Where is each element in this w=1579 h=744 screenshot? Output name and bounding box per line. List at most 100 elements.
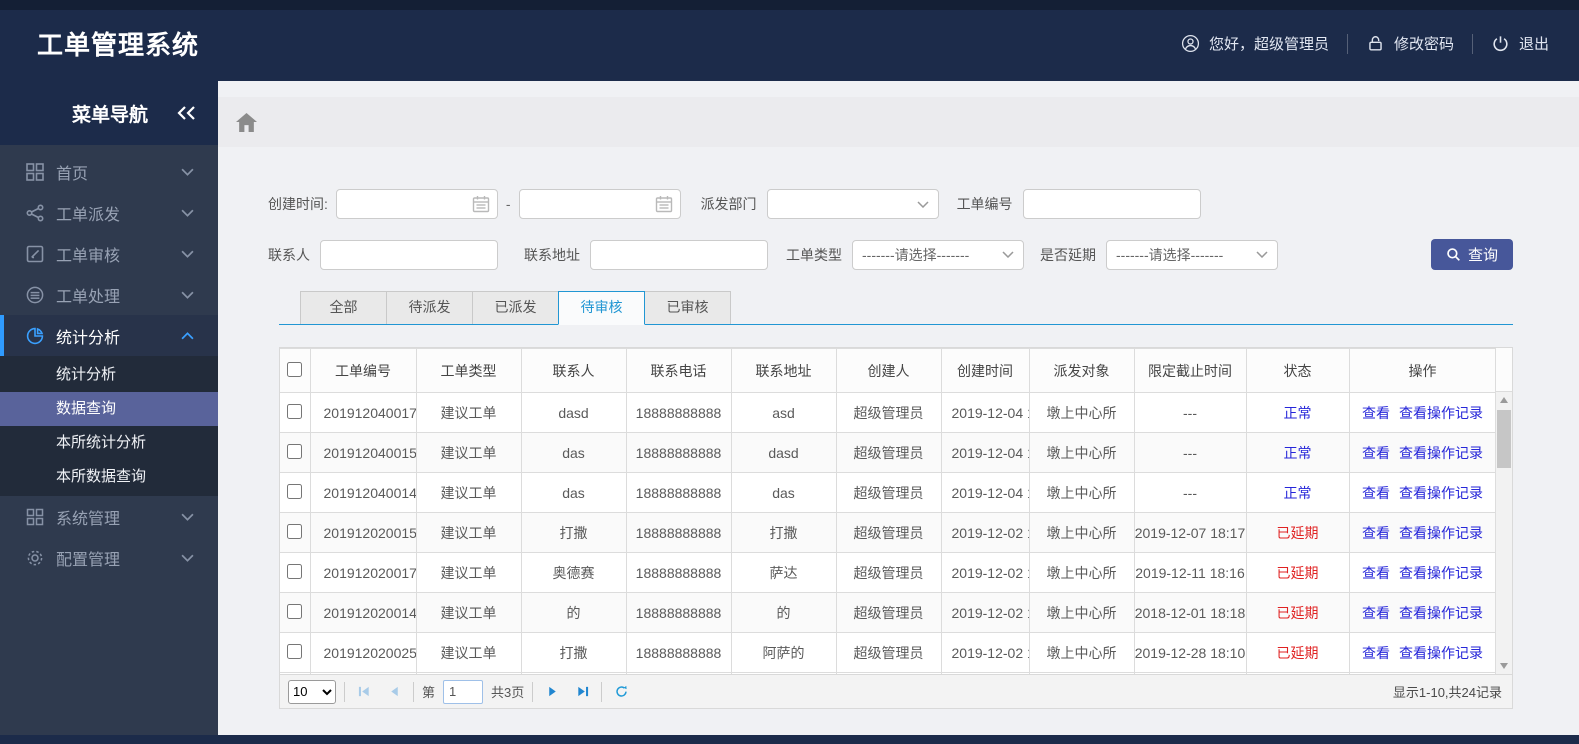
view-link[interactable]: 查看 xyxy=(1362,645,1390,661)
view-log-link[interactable]: 查看操作记录 xyxy=(1399,605,1483,621)
view-log-link[interactable]: 查看操作记录 xyxy=(1399,565,1483,581)
cell-order-no: 201912020014C xyxy=(309,592,417,633)
page-number-input[interactable] xyxy=(443,679,484,704)
row-checkbox[interactable] xyxy=(287,603,303,619)
cell-order-no: 201912040015C xyxy=(309,432,417,473)
menu-label: 统计分析 xyxy=(56,329,121,347)
row-checkbox[interactable] xyxy=(287,643,303,659)
row-checkbox[interactable] xyxy=(287,523,303,539)
status-badge: 正常 xyxy=(1283,444,1312,461)
cell-status: 已延期 xyxy=(1245,552,1350,593)
row-checkbox[interactable] xyxy=(287,443,303,459)
prev-page-button[interactable] xyxy=(383,681,405,703)
collapse-sidebar-icon[interactable] xyxy=(176,106,196,120)
first-page-button[interactable] xyxy=(353,681,375,703)
sidebar-subitem-statistics[interactable]: 统计分析 xyxy=(0,358,218,392)
order-type-select[interactable]: -------请选择------- xyxy=(852,239,1024,270)
main-area: 创建时间: - 派发部门 工单编号 联系人 联系地址 工单类型 -------请… xyxy=(218,81,1579,735)
cell-actions: 查看 查看操作记录 xyxy=(1348,392,1497,433)
next-page-button[interactable] xyxy=(541,681,563,703)
view-log-link[interactable]: 查看操作记录 xyxy=(1399,485,1483,501)
view-link[interactable]: 查看 xyxy=(1362,525,1390,541)
tab-all[interactable]: 全部 xyxy=(300,291,387,324)
order-type-value: -------请选择------- xyxy=(862,246,970,263)
view-link[interactable]: 查看 xyxy=(1362,405,1390,421)
user-greeting[interactable]: 您好，超级管理员 xyxy=(1181,33,1329,54)
cell-creator: 超级管理员 xyxy=(835,392,942,433)
last-page-button[interactable] xyxy=(571,681,593,703)
cell-create-time: 2019-12-02 17 xyxy=(940,632,1030,673)
sidebar-subitem-data-query[interactable]: 数据查询 xyxy=(0,392,218,426)
contact-input[interactable] xyxy=(321,240,497,269)
sidebar-item-home[interactable]: 首页 xyxy=(0,151,218,192)
cell-phone: 18888888888 xyxy=(625,552,732,593)
page-size-select[interactable]: 10 xyxy=(288,679,336,704)
cell-create-time: 2019-12-04 15 xyxy=(940,472,1030,513)
scroll-down-button[interactable] xyxy=(1496,658,1512,674)
create-time-start-input[interactable] xyxy=(336,190,472,218)
create-time-end-field xyxy=(518,189,681,219)
table-row-partial xyxy=(280,672,1497,674)
sidebar-item-statistics[interactable]: 统计分析 xyxy=(0,315,218,356)
sidebar-item-config[interactable]: 配置管理 xyxy=(0,537,218,578)
sidebar-item-review[interactable]: 工单审核 xyxy=(0,233,218,274)
calendar-icon[interactable] xyxy=(655,195,673,213)
create-time-end-input[interactable] xyxy=(519,190,655,218)
sidebar-item-process[interactable]: 工单处理 xyxy=(0,274,218,315)
sidebar-item-dispatch[interactable]: 工单派发 xyxy=(0,192,218,233)
logout-button[interactable]: 退出 xyxy=(1491,33,1549,54)
tab-dispatched[interactable]: 已派发 xyxy=(472,291,559,324)
tab-reviewed[interactable]: 已审核 xyxy=(644,291,731,324)
delay-select[interactable]: -------请选择------- xyxy=(1106,239,1278,270)
row-checkbox[interactable] xyxy=(287,483,303,499)
refresh-button[interactable] xyxy=(610,681,632,703)
row-checkbox-cell xyxy=(280,552,311,593)
user-icon xyxy=(1181,34,1200,53)
view-link[interactable]: 查看 xyxy=(1362,445,1390,461)
cell-contact: das xyxy=(520,472,627,513)
calendar-icon[interactable] xyxy=(472,195,490,213)
view-log-link[interactable]: 查看操作记录 xyxy=(1399,445,1483,461)
cell-address: dasd xyxy=(730,432,837,473)
cell-creator: 超级管理员 xyxy=(835,512,942,553)
view-log-link[interactable]: 查看操作记录 xyxy=(1399,645,1483,661)
order-no-input[interactable] xyxy=(1023,190,1200,218)
cell-address: 萨达 xyxy=(730,552,837,593)
chevron-down-icon xyxy=(181,291,194,299)
status-badge: 正常 xyxy=(1283,484,1312,501)
change-password-button[interactable]: 修改密码 xyxy=(1366,33,1454,54)
cell-actions: 查看 查看操作记录 xyxy=(1348,552,1497,593)
view-link[interactable]: 查看 xyxy=(1362,485,1390,501)
sidebar-item-system[interactable]: 系统管理 xyxy=(0,496,218,537)
select-all-checkbox[interactable] xyxy=(287,361,303,377)
row-checkbox-cell xyxy=(280,392,311,433)
home-icon[interactable] xyxy=(236,112,257,132)
tab-pending-review[interactable]: 待审核 xyxy=(558,291,645,325)
status-badge: 已延期 xyxy=(1276,524,1319,541)
first-page-icon xyxy=(358,686,369,697)
search-button[interactable]: 查询 xyxy=(1430,239,1513,270)
create-time-start-field xyxy=(335,189,498,219)
search-icon xyxy=(1447,248,1460,261)
cell-dispatch-target: 墩上中心所 xyxy=(1028,592,1135,633)
sidebar-subitem-branch-data-query[interactable]: 本所数据查询 xyxy=(0,460,218,494)
view-log-link[interactable]: 查看操作记录 xyxy=(1399,405,1483,421)
view-log-link[interactable]: 查看操作记录 xyxy=(1399,525,1483,541)
cell-status: 正常 xyxy=(1245,472,1350,513)
cell-creator: 超级管理员 xyxy=(835,432,942,473)
address-input[interactable] xyxy=(591,240,767,269)
view-link[interactable]: 查看 xyxy=(1362,565,1390,581)
scrollbar-thumb[interactable] xyxy=(1497,410,1511,468)
cell-order-type: 建议工单 xyxy=(415,632,522,673)
row-checkbox[interactable] xyxy=(287,563,303,579)
tab-pending-dispatch[interactable]: 待派发 xyxy=(386,291,473,324)
vertical-scrollbar xyxy=(1495,392,1512,674)
scroll-up-button[interactable] xyxy=(1496,392,1512,408)
view-link[interactable]: 查看 xyxy=(1362,605,1390,621)
create-time-label: 创建时间: xyxy=(268,196,328,212)
sidebar-subitem-branch-statistics[interactable]: 本所统计分析 xyxy=(0,426,218,460)
row-checkbox[interactable] xyxy=(287,403,303,419)
header-divider xyxy=(1346,33,1348,54)
dispatch-dept-select[interactable] xyxy=(766,189,939,219)
status-badge: 已延期 xyxy=(1276,644,1319,661)
